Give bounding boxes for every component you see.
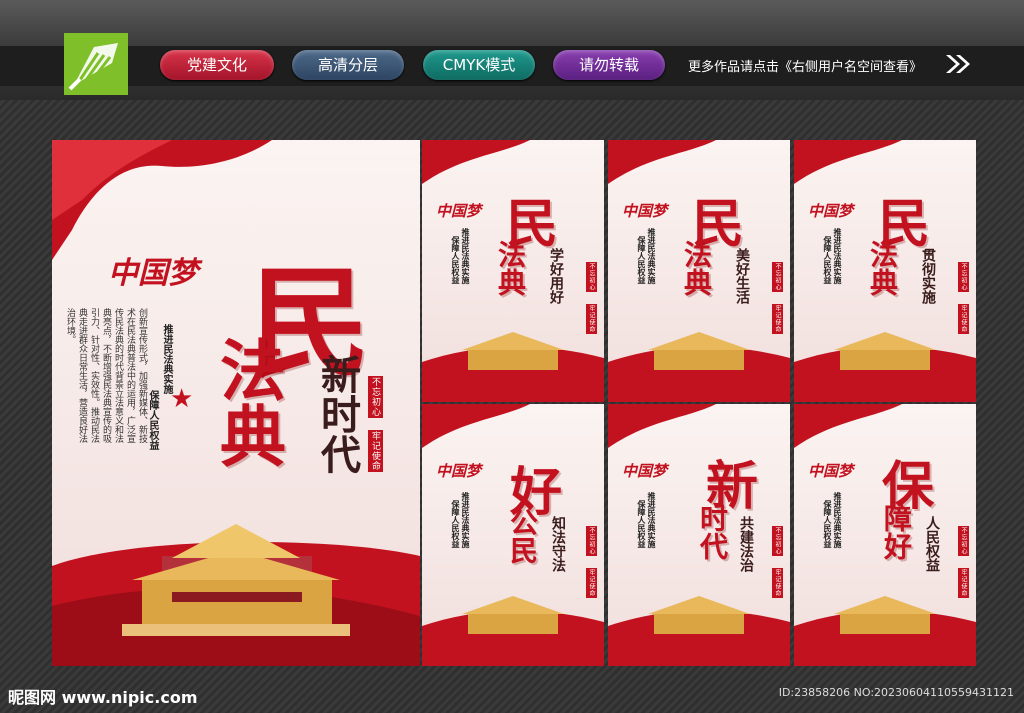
star-icon: ★ bbox=[170, 384, 194, 414]
lead-text-2: 保障人民权益 bbox=[451, 500, 460, 548]
small-poster-6: 中国梦 保 障好 人民权益 推进民法典实施 保障人民权益 不忘初心 牢记使命 bbox=[794, 404, 976, 666]
new-era-subtitle: 新时代 bbox=[314, 354, 361, 474]
tiananmen-red-wave-base bbox=[608, 332, 790, 402]
lead-text-1: 推进民法典实施 bbox=[833, 228, 842, 284]
lead-text-2: 保障人民权益 bbox=[637, 500, 646, 548]
stamp-1: 不忘初心 bbox=[772, 262, 783, 292]
lead-text-1: 推进民法典实施 bbox=[647, 492, 656, 548]
china-dream-logo: 中国梦 bbox=[808, 462, 854, 480]
poster-slogan: 美好生活 bbox=[734, 248, 750, 304]
stamp-1: 不忘初心 bbox=[772, 526, 783, 556]
tag-hd-layers[interactable]: 高清分层 bbox=[292, 50, 404, 80]
poster-sub-chars: 时代 bbox=[696, 504, 729, 560]
china-dream-logo: 中国梦 bbox=[436, 202, 482, 220]
lead-text-2: 保障人民权益 bbox=[451, 236, 460, 284]
small-poster-5: 中国梦 新 时代 共建法治 推进民法典实施 保障人民权益 不忘初心 牢记使命 bbox=[608, 404, 790, 666]
site-watermark: 昵图网 www.nipic.com bbox=[8, 688, 198, 707]
stamp-1: 不忘初心 bbox=[958, 526, 969, 556]
tiananmen-red-wave-base bbox=[794, 332, 976, 402]
lead-text-1: 推进民法典实施 bbox=[461, 492, 470, 548]
poster-sub-chars: 公民 bbox=[506, 508, 539, 564]
tiananmen-red-wave-base bbox=[794, 596, 976, 666]
more-works-link[interactable]: 更多作品请点击《右侧用户名空间查看》 bbox=[688, 56, 922, 75]
poster-slogan: 共建法治 bbox=[738, 516, 754, 572]
main-poster: 中国梦 民 法典 新时代 不忘初心 牢记使命 推进民法典实施 保障人民权益 创新… bbox=[52, 140, 420, 666]
main-title-chars: 法典 bbox=[209, 336, 287, 468]
poster-slogan: 贯彻实施 bbox=[920, 248, 936, 304]
poster-slogan: 人民权益 bbox=[924, 516, 940, 572]
tiananmen-red-wave-base bbox=[52, 524, 420, 666]
poster-slogan: 知法守法 bbox=[550, 516, 566, 572]
poster-slogan: 学好用好 bbox=[548, 248, 564, 304]
small-poster-3: 中国梦 民 法典 贯彻实施 推进民法典实施 保障人民权益 不忘初心 牢记使命 bbox=[794, 140, 976, 402]
body-text: 创新宣传形式，加强新媒体、新技术在民法典普法中的运用，广泛宣传民法典的时代背景立… bbox=[65, 308, 147, 443]
small-poster-1: 中国梦 民 法典 学好用好 推进民法典实施 保障人民权益 不忘初心 牢记使命 bbox=[422, 140, 604, 402]
china-dream-logo: 中国梦 bbox=[622, 202, 668, 220]
china-dream-logo: 中国梦 bbox=[436, 462, 482, 480]
pen-nib-icon[interactable] bbox=[64, 33, 128, 95]
china-dream-logo: 中国梦 bbox=[808, 202, 854, 220]
stamp-1: 不忘初心 bbox=[586, 262, 597, 292]
tiananmen-red-wave-base bbox=[422, 332, 604, 402]
double-chevron-right-icon[interactable] bbox=[944, 53, 972, 75]
tag-no-repost[interactable]: 请勿转载 bbox=[553, 50, 665, 80]
stamp-1: 不忘初心 bbox=[586, 526, 597, 556]
small-poster-4: 中国梦 好 公民 知法守法 推进民法典实施 保障人民权益 不忘初心 牢记使命 bbox=[422, 404, 604, 666]
tiananmen-red-wave-base bbox=[608, 596, 790, 666]
poster-sub-chars: 法典 bbox=[680, 240, 713, 296]
poster-sub-chars: 法典 bbox=[866, 240, 899, 296]
lead-text-1: 推进民法典实施 bbox=[647, 228, 656, 284]
lead-text-2: 保障人民权益 bbox=[637, 236, 646, 284]
stamp-1: 不忘初心 bbox=[368, 376, 383, 418]
stamp-1: 不忘初心 bbox=[958, 262, 969, 292]
image-id: ID:23858206 NO:20230604110559431121 bbox=[778, 686, 1014, 699]
lead-text-1: 推进民法典实施 bbox=[461, 228, 470, 284]
china-dream-logo: 中国梦 bbox=[622, 462, 668, 480]
poster-sub-chars: 障好 bbox=[880, 504, 913, 560]
lead-text-2: 保障人民权益 bbox=[823, 500, 832, 548]
lead-text-2: 保障人民权益 bbox=[823, 236, 832, 284]
lead-text-1: 推进民法典实施 bbox=[833, 492, 842, 548]
tiananmen-red-wave-base bbox=[422, 596, 604, 666]
small-poster-2: 中国梦 民 法典 美好生活 推进民法典实施 保障人民权益 不忘初心 牢记使命 bbox=[608, 140, 790, 402]
tag-cmyk[interactable]: CMYK模式 bbox=[423, 50, 535, 80]
stamp-2: 牢记使命 bbox=[368, 430, 383, 472]
red-flag-ribbon bbox=[608, 404, 716, 448]
poster-sub-chars: 法典 bbox=[494, 240, 527, 296]
china-dream-logo: 中国梦 bbox=[108, 256, 198, 291]
tag-party-culture[interactable]: 党建文化 bbox=[160, 50, 274, 80]
